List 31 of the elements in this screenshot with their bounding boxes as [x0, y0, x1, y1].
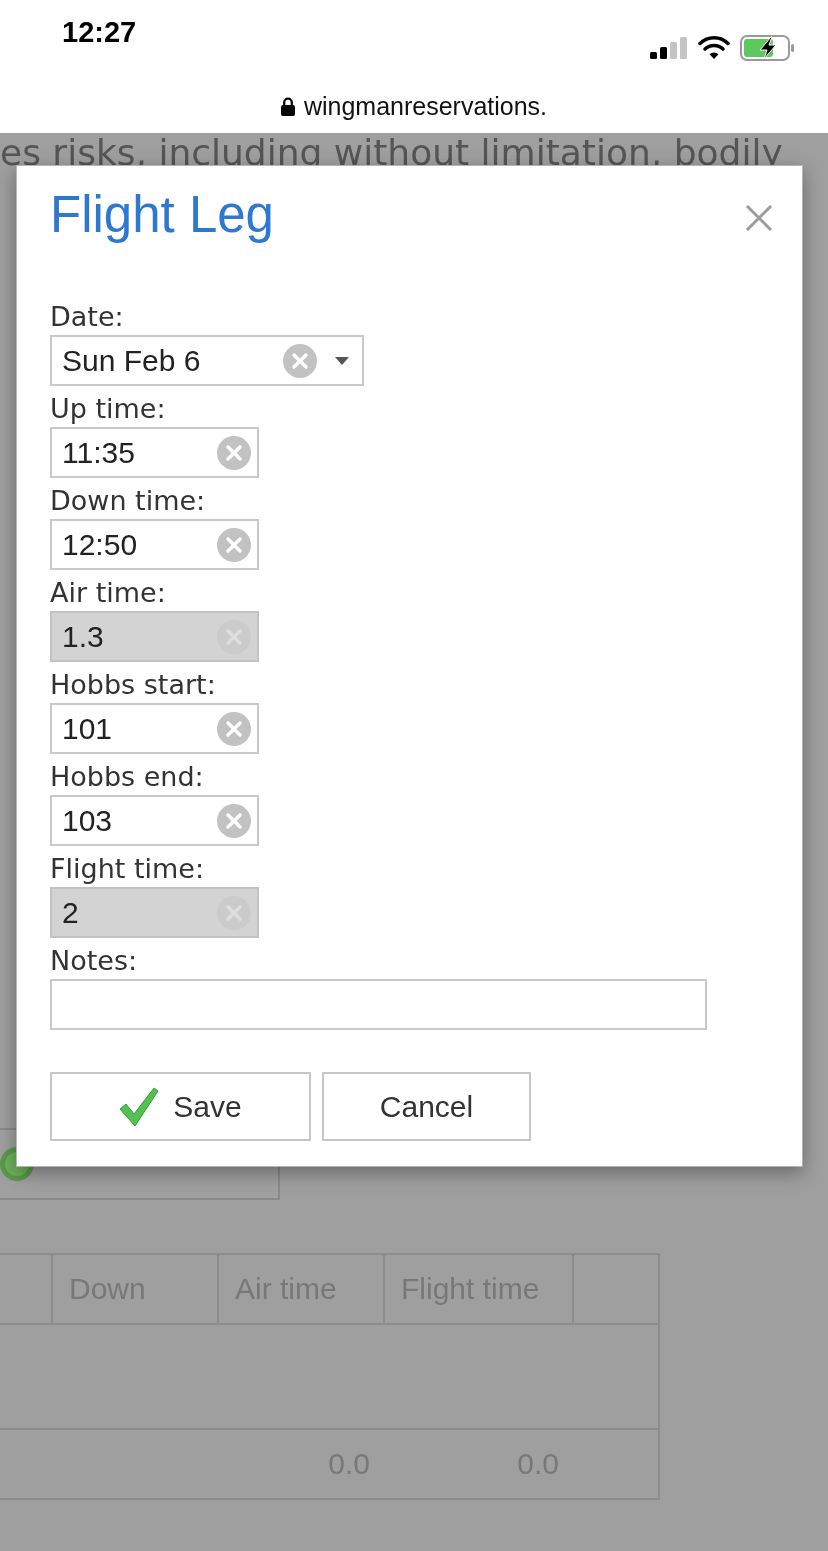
- page-text: es risks, including without limitation, bodily: [0, 133, 783, 173]
- input-field[interactable]: 103: [50, 795, 259, 846]
- clear-icon[interactable]: [217, 711, 251, 746]
- text-area[interactable]: [50, 979, 707, 1030]
- clear-icon[interactable]: [283, 343, 317, 378]
- signal-icon: [650, 37, 688, 59]
- close-icon[interactable]: [745, 204, 773, 232]
- input-field[interactable]: 11:35: [50, 427, 259, 478]
- field-label: Air time:: [50, 577, 166, 609]
- wifi-icon: [698, 36, 730, 60]
- lock-icon: [280, 96, 295, 116]
- clear-icon[interactable]: [217, 527, 251, 562]
- input-field[interactable]: 12:50: [50, 519, 259, 570]
- field-label: Flight time:: [50, 853, 205, 885]
- url-text[interactable]: wingmanreservations.: [303, 91, 548, 121]
- field-label: Down time:: [50, 485, 206, 517]
- field-label: Date:: [50, 301, 124, 333]
- field-label: Notes:: [50, 945, 138, 977]
- field-label: Hobbs start:: [50, 669, 216, 701]
- dropdown-field[interactable]: Sun Feb 6: [50, 335, 364, 386]
- status-time: 12:27: [62, 15, 137, 49]
- field-label: Up time:: [50, 393, 166, 425]
- dialog-title: Flight Leg: [50, 185, 274, 245]
- caret-icon[interactable]: [335, 356, 349, 365]
- input-field[interactable]: 101: [50, 703, 259, 754]
- field-label: Hobbs end:: [50, 761, 204, 793]
- clear-icon[interactable]: [217, 803, 251, 838]
- battery-charging-icon: [740, 35, 795, 61]
- cancel-button[interactable]: Cancel: [322, 1072, 531, 1141]
- clear-icon[interactable]: [217, 435, 251, 470]
- save-button[interactable]: Save: [50, 1072, 311, 1141]
